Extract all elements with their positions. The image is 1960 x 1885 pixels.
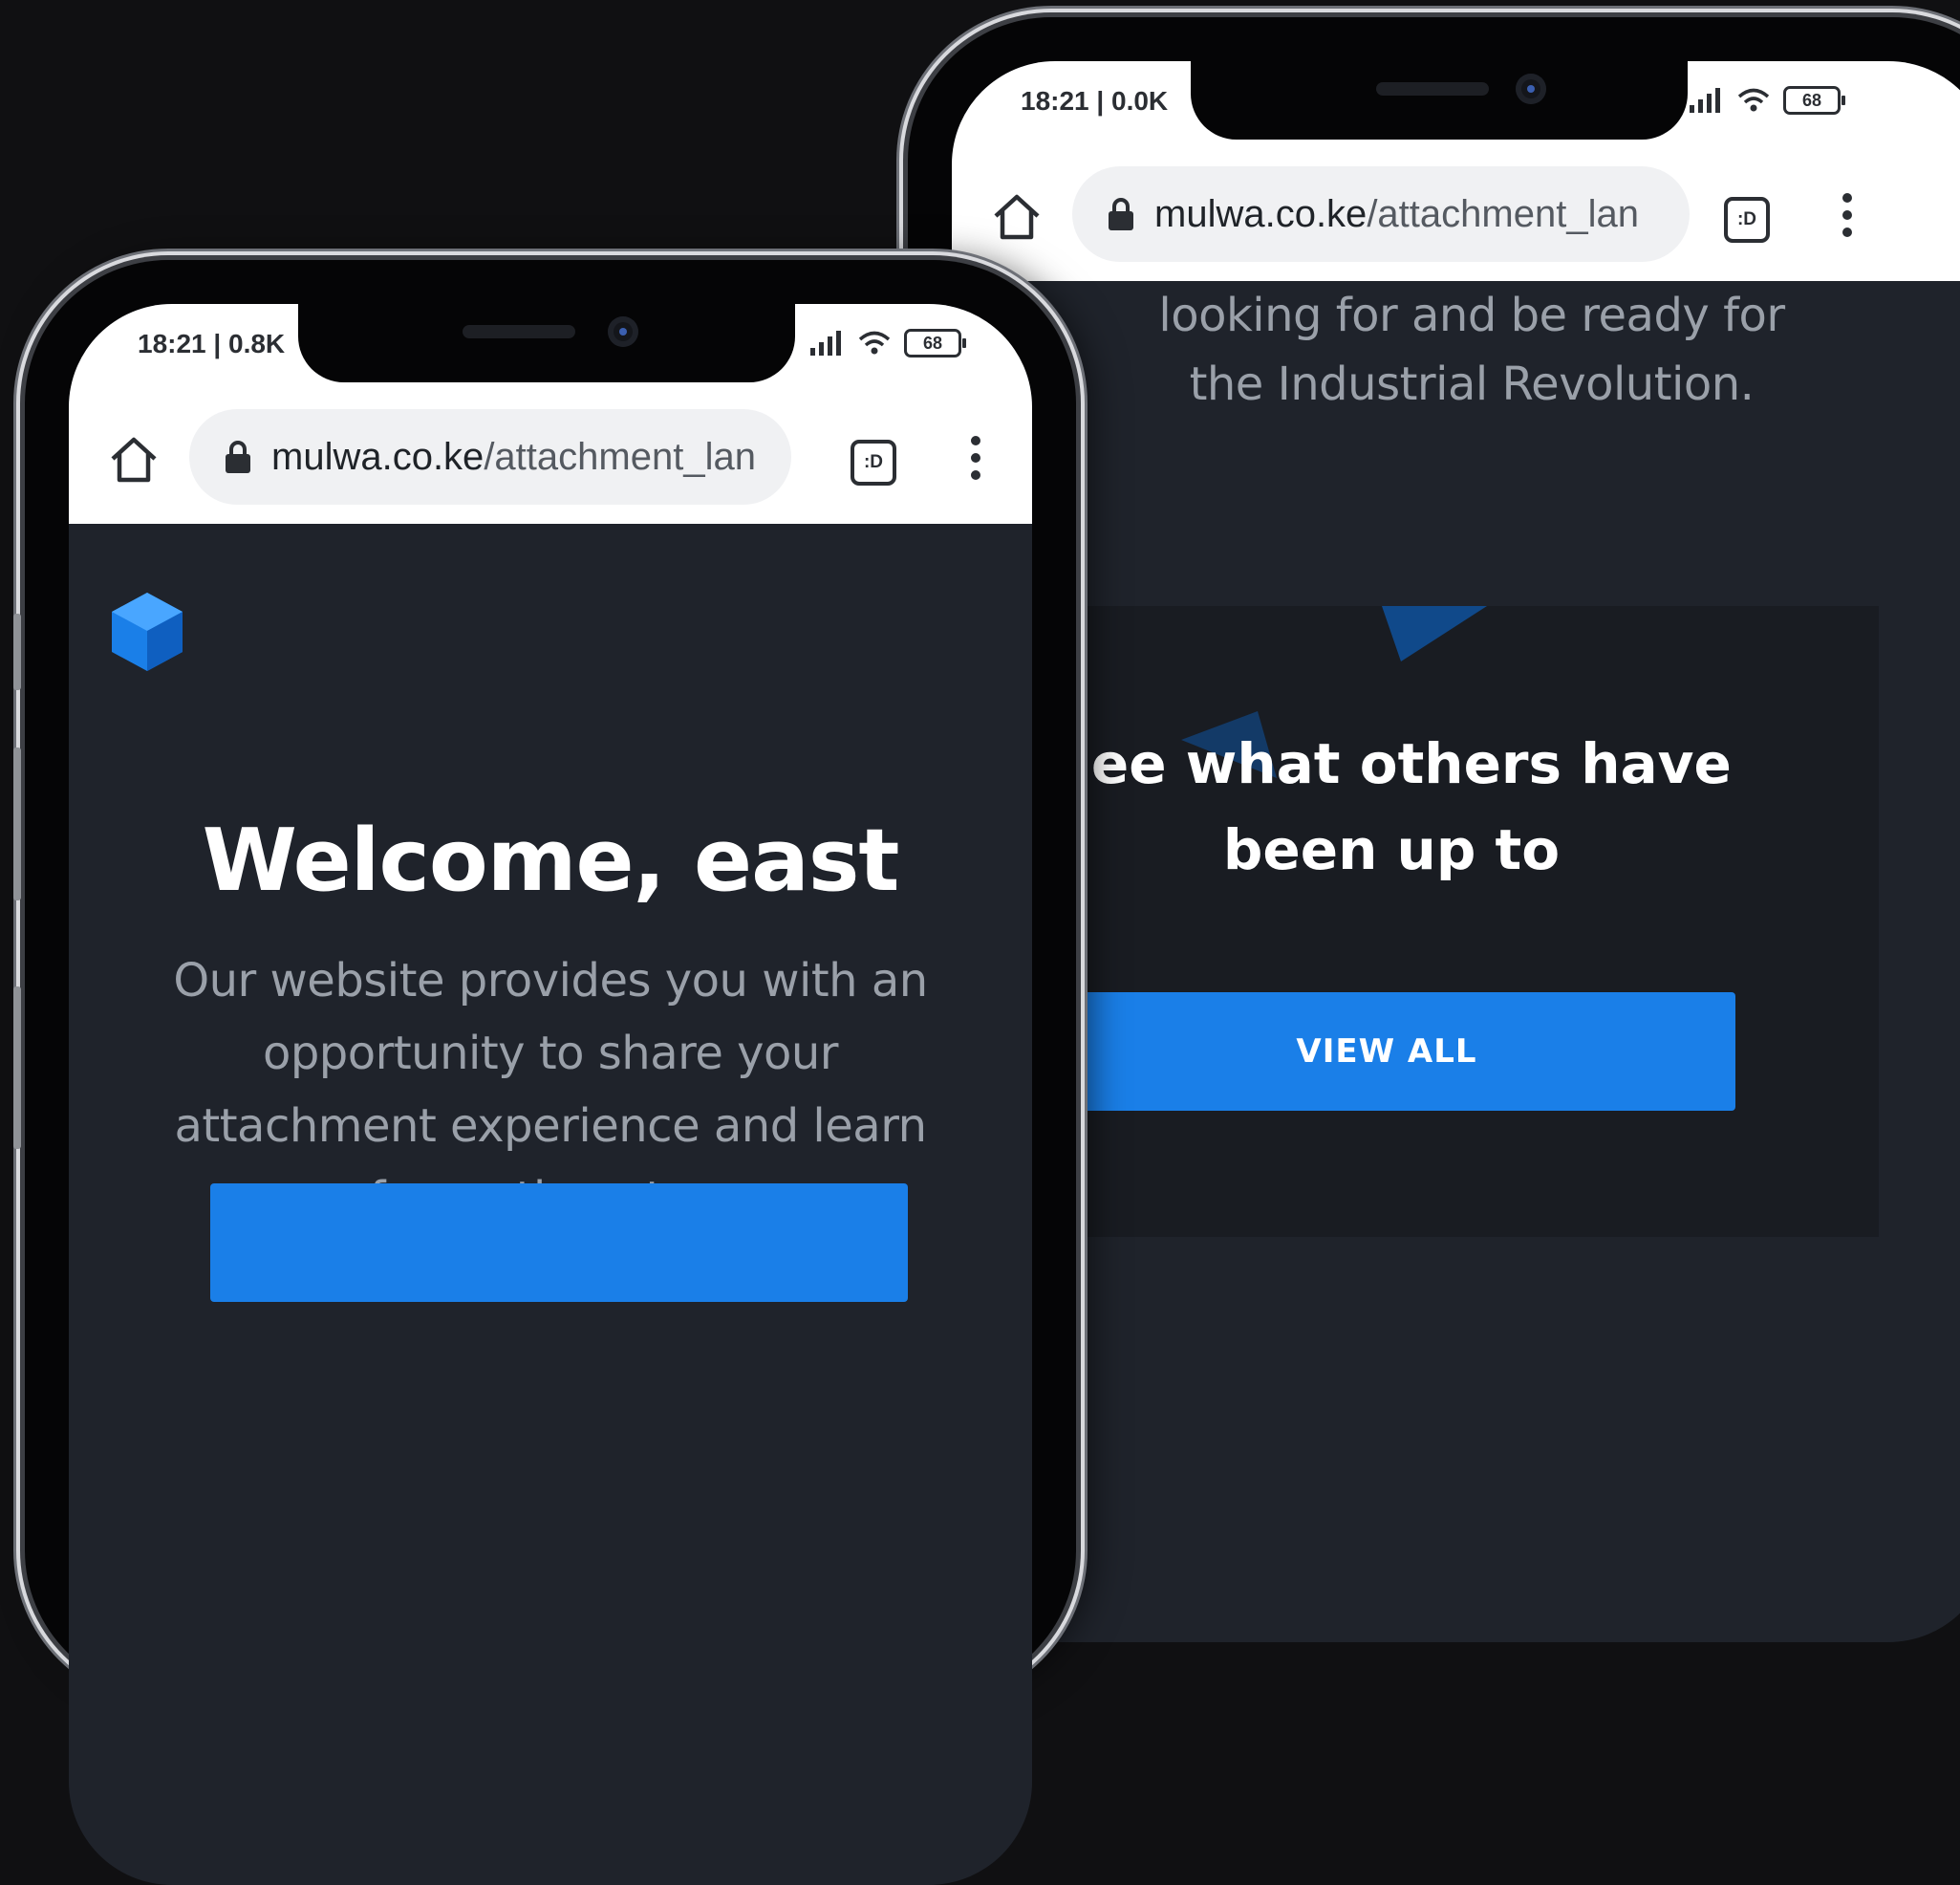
site-logo-icon[interactable] [109,591,185,673]
address-bar-row: mulwa.co.ke/attachment_lan :D [69,401,1032,524]
wifi-icon [1737,88,1770,112]
decorative-shapes [1181,606,1487,778]
extension-icon[interactable]: :D [851,440,896,486]
url-domain: mulwa.co.ke [271,435,485,478]
phone-left: 18:21 | 0.8K 68 mulwa.co.ke/attachment_l… [13,260,1076,1885]
section-heading: See what others have been up to [1051,731,1732,882]
status-time: 18:21 | 0.8K [138,329,286,358]
battery-icon: 68 [1783,86,1845,115]
url-domain: mulwa.co.ke [1154,192,1368,235]
status-icons: 68 [1690,86,1845,115]
browser-chrome: 18:21 | 0.8K 68 mulwa.co.ke/attachment_l… [69,304,1032,524]
phone-notch [1191,61,1688,140]
url-bar[interactable]: mulwa.co.ke/attachment_lan [189,409,791,505]
home-icon[interactable] [109,436,159,484]
url-path: /attachment_lan [1367,192,1639,235]
camera-icon [608,316,638,347]
status-bar: 18:21 | 0.0K 68 [952,61,1960,159]
browser-chrome: 18:21 | 0.0K 68 mulwa.co.ke/attachment_l… [952,61,1960,281]
showcase-card: See what others have been up to VIEW ALL [1038,606,1879,1237]
more-menu-icon[interactable] [971,436,980,488]
lock-icon [1109,198,1133,230]
address-bar-row: mulwa.co.ke/attachment_lan :D [952,159,1960,281]
status-time: 18:21 | 0.0K [1021,86,1169,116]
extension-icon[interactable]: :D [1724,197,1770,243]
page-content: looking for and be ready for the Industr… [952,281,1960,1237]
speaker-grille [1376,82,1489,96]
url-text: mulwa.co.ke/attachment_lan [271,436,778,479]
url-path: /attachment_lan [484,435,756,478]
phone-side-button [13,986,21,1149]
view-all-button[interactable]: VIEW ALL [1038,992,1735,1111]
phone-side-button [13,748,21,900]
url-bar[interactable]: mulwa.co.ke/attachment_lan [1072,166,1690,262]
speaker-grille [463,325,575,338]
battery-icon: 68 [904,329,966,358]
phone-screen: 18:21 | 0.0K 68 mulwa.co.ke/attachment_l… [952,61,1960,1642]
signal-icon [1690,88,1720,113]
status-icons: 68 [810,329,966,358]
phone-notch [298,304,795,382]
phone-side-button [13,614,21,690]
intro-paragraph: looking for and be ready for the Industr… [1158,289,1785,411]
welcome-heading: Welcome, east [202,811,900,911]
url-text: mulwa.co.ke/attachment_lan [1154,193,1670,236]
signal-icon [810,331,841,356]
wifi-icon [858,331,891,355]
phone-screen: 18:21 | 0.8K 68 mulwa.co.ke/attachment_l… [69,304,1032,1885]
camera-icon [1516,74,1546,104]
lock-icon [226,441,250,473]
more-menu-icon[interactable] [1842,193,1852,245]
cta-button[interactable] [210,1183,908,1302]
status-bar: 18:21 | 0.8K 68 [69,304,1032,401]
home-icon[interactable] [992,193,1042,241]
